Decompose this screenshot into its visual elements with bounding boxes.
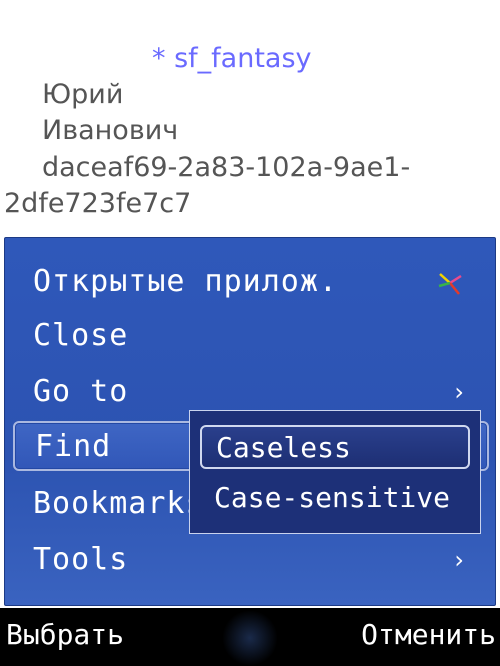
menu-item-label: Close — [33, 317, 129, 353]
select-softkey[interactable]: Выбрать — [6, 618, 124, 651]
document-id-line1: daceaf69-2a83-102a-9ae1- — [42, 152, 411, 183]
menu-item-open-apps[interactable]: Открытые прилож. — [13, 256, 489, 306]
menu-item-label: Bookmarks — [33, 485, 205, 521]
menu-item-label: Find — [35, 428, 112, 464]
menu-item-go-to[interactable]: Go to › — [13, 366, 489, 416]
submenu-item-label: Case-sensitive — [214, 480, 451, 514]
menu-item-label: Tools — [33, 541, 129, 577]
chevron-right-icon: › — [454, 546, 465, 574]
app-switch-icon — [438, 273, 462, 295]
document-id-line2: 2dfe723fe7c7 — [4, 188, 192, 219]
menu-item-label: Go to — [33, 373, 129, 409]
submenu-item-label: Caseless — [216, 430, 351, 464]
author-middle-name: Иванович — [42, 115, 179, 146]
submenu-item-case-sensitive[interactable]: Case-sensitive — [200, 475, 470, 519]
menu-item-close[interactable]: Close — [13, 310, 489, 360]
navi-key-indicator — [222, 610, 278, 666]
menu-item-label: Открытые прилож. — [33, 263, 338, 299]
find-submenu: Caseless Case-sensitive — [189, 410, 481, 534]
genre-text: * sf_fantasy — [152, 43, 312, 74]
author-first-name: Юрий — [42, 79, 124, 110]
cancel-softkey[interactable]: Отменить — [361, 618, 496, 651]
softkey-bar: Выбрать Отменить — [0, 608, 500, 666]
chevron-right-icon: › — [454, 378, 465, 406]
submenu-item-caseless[interactable]: Caseless — [200, 425, 470, 469]
menu-item-tools[interactable]: Tools › — [13, 534, 489, 584]
